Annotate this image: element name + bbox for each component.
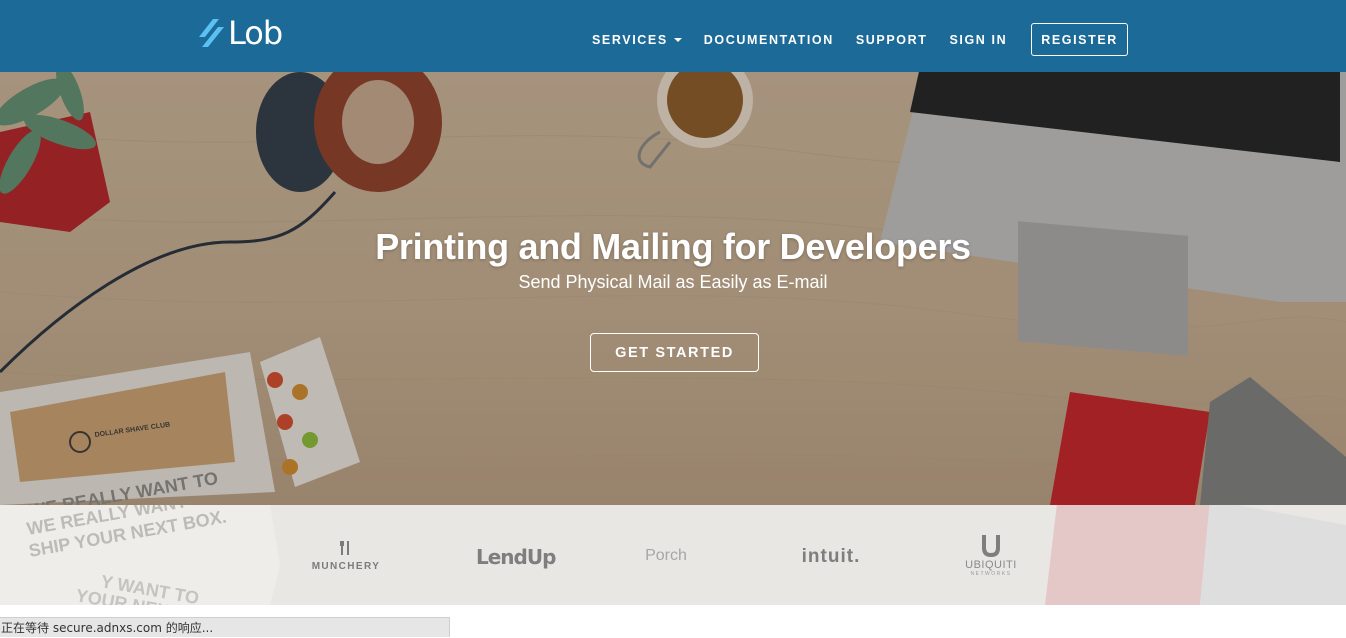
nav-sign-in[interactable]: SIGN IN (949, 28, 1007, 52)
nav-support-label: SUPPORT (855, 32, 928, 47)
register-button[interactable]: REGISTER (1031, 23, 1128, 56)
chevron-down-icon (673, 37, 682, 42)
logo-lendup: LendUp (476, 545, 556, 569)
logo-porch-text: Porch (645, 547, 687, 564)
logo-porch: Porch (636, 547, 696, 565)
logo-munchery-text: MUNCHERY (311, 561, 381, 572)
client-logos-strip: WE REALLY WANT TO SHIP YOUR NEXT BOX. Y … (0, 505, 1346, 605)
logo-ubiquiti-subtext: NETWORKS (970, 571, 1012, 577)
nav-documentation-label: DOCUMENTATION (703, 32, 834, 47)
logo-ubiquiti: UBIQUITI NETWORKS (958, 533, 1024, 577)
main-nav: SERVICES DOCUMENTATION SUPPORT SIGN IN R… (592, 23, 1128, 56)
brand-name: Lob (228, 14, 283, 52)
lob-logo-mark-icon (199, 19, 224, 47)
logo-lendup-text: LendUp (476, 545, 556, 569)
hero-title: Printing and Mailing for Developers (375, 226, 971, 267)
lob-logo[interactable]: Lob (199, 14, 283, 52)
nav-documentation[interactable]: DOCUMENTATION (704, 28, 834, 52)
ubiquiti-u-icon (982, 535, 1000, 557)
top-navbar: Lob SERVICES DOCUMENTATION SUPPORT SIGN … (0, 0, 1346, 72)
logo-ubiquiti-text: UBIQUITI (965, 559, 1017, 571)
register-label: REGISTER (1041, 33, 1118, 47)
logo-munchery: MUNCHERY (311, 541, 381, 574)
nav-sign-in-label: SIGN IN (949, 32, 1008, 47)
hero-subtitle: Send Physical Mail as Easily as E-mail (518, 272, 828, 292)
get-started-button[interactable]: GET STARTED (590, 333, 759, 372)
nav-support[interactable]: SUPPORT (856, 28, 928, 52)
nav-services[interactable]: SERVICES (592, 28, 682, 52)
nav-services-label: SERVICES (592, 32, 668, 47)
logo-intuit: intuit. (800, 546, 862, 568)
fork-knife-icon (340, 541, 349, 555)
logo-intuit-text: intuit. (801, 546, 861, 567)
get-started-label: GET STARTED (615, 344, 734, 361)
browser-status-bar: 正在等待 secure.adnxs.com 的响应... (0, 617, 450, 637)
hero-section: DOLLAR SHAVE CLUB WE REALLY WANT TO Prin… (0, 72, 1346, 505)
